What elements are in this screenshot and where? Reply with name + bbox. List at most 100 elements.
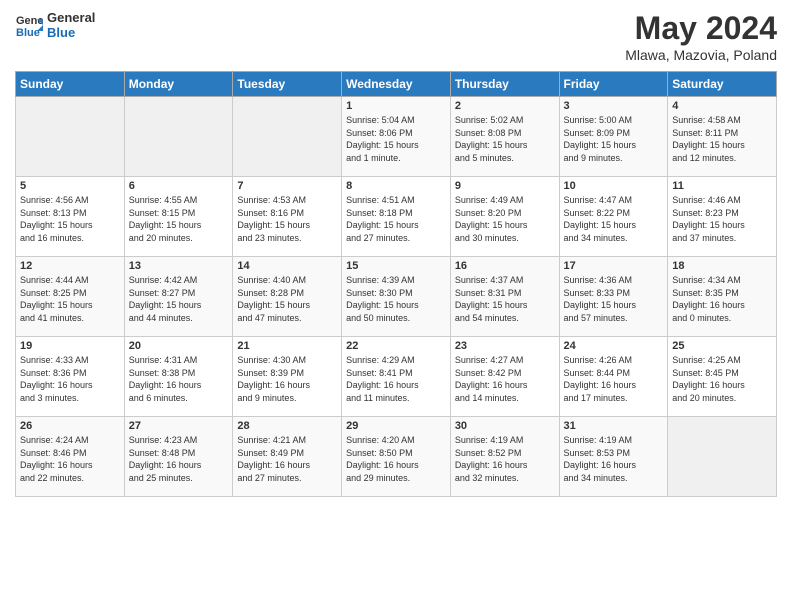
table-cell: 25Sunrise: 4:25 AM Sunset: 8:45 PM Dayli… — [668, 337, 777, 417]
day-info: Sunrise: 4:42 AM Sunset: 8:27 PM Dayligh… — [129, 274, 229, 324]
day-info: Sunrise: 4:36 AM Sunset: 8:33 PM Dayligh… — [564, 274, 664, 324]
page: General Blue General Blue May 2024 Mlawa… — [0, 0, 792, 612]
day-number: 26 — [20, 420, 120, 432]
header: General Blue General Blue May 2024 Mlawa… — [15, 10, 777, 63]
table-cell: 4 Sunrise: 4:58 AM Sunset: 8:11 PM Daylig… — [668, 97, 777, 177]
week-row-3: 19Sunrise: 4:33 AM Sunset: 8:36 PM Dayli… — [16, 337, 777, 417]
day-info: Sunrise: 4:40 AM Sunset: 8:28 PM Dayligh… — [237, 274, 337, 324]
day-info: Sunrise: 4:58 AM Sunset: 8:11 PM Dayligh… — [672, 114, 772, 164]
day-number: 11 — [672, 180, 772, 192]
day-number: 23 — [455, 340, 555, 352]
day-info: Sunrise: 4:47 AM Sunset: 8:22 PM Dayligh… — [564, 194, 664, 244]
table-cell: 18Sunrise: 4:34 AM Sunset: 8:35 PM Dayli… — [668, 257, 777, 337]
day-number: 28 — [237, 420, 337, 432]
table-cell: 28Sunrise: 4:21 AM Sunset: 8:49 PM Dayli… — [233, 417, 342, 497]
day-info: Sunrise: 4:26 AM Sunset: 8:44 PM Dayligh… — [564, 354, 664, 404]
day-number: 16 — [455, 260, 555, 272]
table-cell: 5 Sunrise: 4:56 AM Sunset: 8:13 PM Daylig… — [16, 177, 125, 257]
table-cell: 23 Sunrise: 4:27 AM Sunset: 8:42 PM Dayli… — [450, 337, 559, 417]
day-number: 1 — [346, 100, 446, 112]
day-info: Sunrise: 4:56 AM Sunset: 8:13 PM Dayligh… — [20, 194, 120, 244]
svg-text:Blue: Blue — [16, 27, 40, 39]
week-row-0: 1 Sunrise: 5:04 AM Sunset: 8:06 PM Daylig… — [16, 97, 777, 177]
day-info: Sunrise: 4:31 AM Sunset: 8:38 PM Dayligh… — [129, 354, 229, 404]
day-number: 14 — [237, 260, 337, 272]
logo: General Blue General Blue — [15, 10, 95, 40]
table-cell: 17 Sunrise: 4:36 AM Sunset: 8:33 PM Dayli… — [559, 257, 668, 337]
day-info: Sunrise: 5:00 AM Sunset: 8:09 PM Dayligh… — [564, 114, 664, 164]
day-number: 12 — [20, 260, 120, 272]
day-number: 3 — [564, 100, 664, 112]
day-number: 29 — [346, 420, 446, 432]
subtitle: Mlawa, Mazovia, Poland — [625, 47, 777, 63]
day-info: Sunrise: 4:30 AM Sunset: 8:39 PM Dayligh… — [237, 354, 337, 404]
day-info: Sunrise: 4:19 AM Sunset: 8:53 PM Dayligh… — [564, 434, 664, 484]
day-info: Sunrise: 4:24 AM Sunset: 8:46 PM Dayligh… — [20, 434, 120, 484]
th-thursday: Thursday — [450, 72, 559, 97]
week-row-1: 5 Sunrise: 4:56 AM Sunset: 8:13 PM Daylig… — [16, 177, 777, 257]
day-number: 20 — [129, 340, 229, 352]
day-info: Sunrise: 4:44 AM Sunset: 8:25 PM Dayligh… — [20, 274, 120, 324]
day-number: 8 — [346, 180, 446, 192]
table-cell — [233, 97, 342, 177]
main-title: May 2024 — [625, 10, 777, 47]
day-number: 24 — [564, 340, 664, 352]
th-sunday: Sunday — [16, 72, 125, 97]
day-number: 21 — [237, 340, 337, 352]
day-number: 17 — [564, 260, 664, 272]
day-info: Sunrise: 4:55 AM Sunset: 8:15 PM Dayligh… — [129, 194, 229, 244]
table-cell: 1 Sunrise: 5:04 AM Sunset: 8:06 PM Daylig… — [342, 97, 451, 177]
table-cell: 26 Sunrise: 4:24 AM Sunset: 8:46 PM Dayli… — [16, 417, 125, 497]
week-row-4: 26 Sunrise: 4:24 AM Sunset: 8:46 PM Dayli… — [16, 417, 777, 497]
day-number: 5 — [20, 180, 120, 192]
logo-icon: General Blue — [15, 11, 43, 39]
day-number: 18 — [672, 260, 772, 272]
day-info: Sunrise: 4:49 AM Sunset: 8:20 PM Dayligh… — [455, 194, 555, 244]
table-cell: 27Sunrise: 4:23 AM Sunset: 8:48 PM Dayli… — [124, 417, 233, 497]
calendar-table: Sunday Monday Tuesday Wednesday Thursday… — [15, 71, 777, 497]
header-row: Sunday Monday Tuesday Wednesday Thursday… — [16, 72, 777, 97]
table-cell: 31Sunrise: 4:19 AM Sunset: 8:53 PM Dayli… — [559, 417, 668, 497]
table-cell: 29Sunrise: 4:20 AM Sunset: 8:50 PM Dayli… — [342, 417, 451, 497]
table-cell: 24 Sunrise: 4:26 AM Sunset: 8:44 PM Dayli… — [559, 337, 668, 417]
table-cell: 10 Sunrise: 4:47 AM Sunset: 8:22 PM Dayli… — [559, 177, 668, 257]
day-info: Sunrise: 5:02 AM Sunset: 8:08 PM Dayligh… — [455, 114, 555, 164]
table-cell — [124, 97, 233, 177]
table-cell: 12 Sunrise: 4:44 AM Sunset: 8:25 PM Dayli… — [16, 257, 125, 337]
day-number: 10 — [564, 180, 664, 192]
table-cell: 6 Sunrise: 4:55 AM Sunset: 8:15 PM Daylig… — [124, 177, 233, 257]
table-cell: 15Sunrise: 4:39 AM Sunset: 8:30 PM Dayli… — [342, 257, 451, 337]
day-info: Sunrise: 4:51 AM Sunset: 8:18 PM Dayligh… — [346, 194, 446, 244]
day-number: 22 — [346, 340, 446, 352]
table-cell: 20 Sunrise: 4:31 AM Sunset: 8:38 PM Dayli… — [124, 337, 233, 417]
day-number: 2 — [455, 100, 555, 112]
week-row-2: 12 Sunrise: 4:44 AM Sunset: 8:25 PM Dayli… — [16, 257, 777, 337]
day-info: Sunrise: 4:23 AM Sunset: 8:48 PM Dayligh… — [129, 434, 229, 484]
day-info: Sunrise: 4:25 AM Sunset: 8:45 PM Dayligh… — [672, 354, 772, 404]
day-info: Sunrise: 4:37 AM Sunset: 8:31 PM Dayligh… — [455, 274, 555, 324]
day-info: Sunrise: 5:04 AM Sunset: 8:06 PM Dayligh… — [346, 114, 446, 164]
day-number: 13 — [129, 260, 229, 272]
day-number: 4 — [672, 100, 772, 112]
table-cell: 3 Sunrise: 5:00 AM Sunset: 8:09 PM Daylig… — [559, 97, 668, 177]
day-info: Sunrise: 4:39 AM Sunset: 8:30 PM Dayligh… — [346, 274, 446, 324]
table-cell: 2 Sunrise: 5:02 AM Sunset: 8:08 PM Daylig… — [450, 97, 559, 177]
day-info: Sunrise: 4:27 AM Sunset: 8:42 PM Dayligh… — [455, 354, 555, 404]
day-info: Sunrise: 4:33 AM Sunset: 8:36 PM Dayligh… — [20, 354, 120, 404]
title-block: May 2024 Mlawa, Mazovia, Poland — [625, 10, 777, 63]
th-monday: Monday — [124, 72, 233, 97]
table-cell: 13 Sunrise: 4:42 AM Sunset: 8:27 PM Dayli… — [124, 257, 233, 337]
table-cell: 9Sunrise: 4:49 AM Sunset: 8:20 PM Daylig… — [450, 177, 559, 257]
day-number: 7 — [237, 180, 337, 192]
th-friday: Friday — [559, 72, 668, 97]
th-tuesday: Tuesday — [233, 72, 342, 97]
table-cell: 14 Sunrise: 4:40 AM Sunset: 8:28 PM Dayli… — [233, 257, 342, 337]
svg-text:General: General — [16, 15, 43, 27]
day-info: Sunrise: 4:19 AM Sunset: 8:52 PM Dayligh… — [455, 434, 555, 484]
day-number: 6 — [129, 180, 229, 192]
table-cell — [668, 417, 777, 497]
logo-line2: Blue — [47, 25, 95, 40]
day-info: Sunrise: 4:29 AM Sunset: 8:41 PM Dayligh… — [346, 354, 446, 404]
table-cell: 7Sunrise: 4:53 AM Sunset: 8:16 PM Daylig… — [233, 177, 342, 257]
table-cell: 22 Sunrise: 4:29 AM Sunset: 8:41 PM Dayli… — [342, 337, 451, 417]
